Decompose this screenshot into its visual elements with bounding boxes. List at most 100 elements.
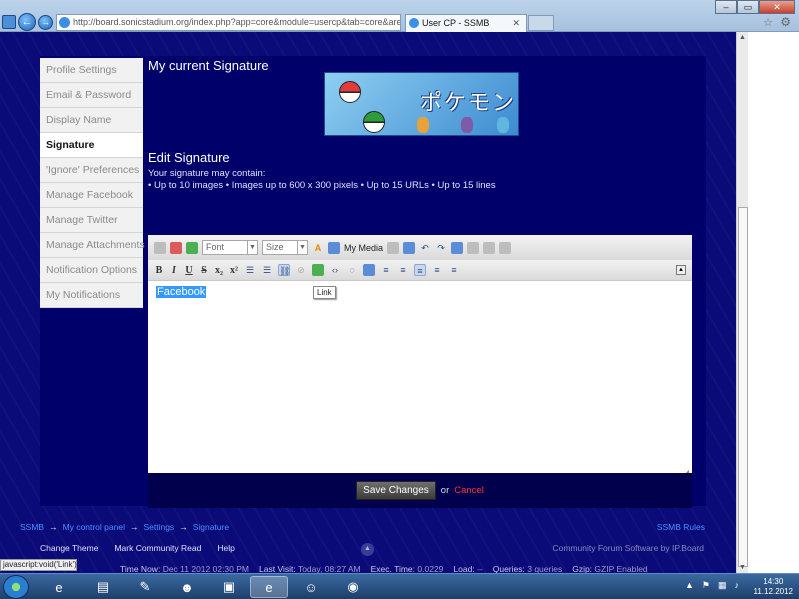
active-browser-task-icon[interactable]: e	[250, 576, 288, 598]
save-changes-button[interactable]: Save Changes	[356, 481, 436, 500]
outdent-icon[interactable]: ≡	[380, 264, 392, 276]
tools-gear-icon[interactable]: ⚙	[780, 15, 791, 29]
breadcrumb-signature[interactable]: Signature	[193, 522, 229, 532]
sidebar-item-manage-twitter[interactable]: Manage Twitter	[40, 208, 143, 233]
paste-text-icon[interactable]	[483, 241, 496, 254]
code-icon[interactable]: ‹›	[329, 264, 341, 276]
breadcrumb-arrow-icon: →	[179, 522, 188, 532]
strikethrough-button[interactable]: S	[199, 265, 209, 276]
unlink-icon[interactable]: ⊘	[295, 264, 307, 276]
mark-community-read-link[interactable]: Mark Community Read	[114, 543, 201, 553]
new-tab-button[interactable]	[528, 15, 554, 31]
sidebar-item-email-password[interactable]: Email & Password	[40, 83, 143, 108]
breadcrumb-ssmb[interactable]: SSMB	[20, 522, 44, 532]
system-tray: ▲ ⚑ ▦ ♪	[685, 580, 739, 591]
copy-icon[interactable]	[451, 241, 464, 254]
system-clock[interactable]: 14:30 11.12.2012	[754, 577, 793, 597]
scrollbar-thumb[interactable]	[738, 207, 748, 567]
bullet-list-icon[interactable]: ☰	[244, 264, 256, 276]
sidebar-item-signature[interactable]: Signature	[40, 133, 143, 158]
sidebar-item-my-notifications[interactable]: My Notifications	[40, 283, 143, 308]
back-button[interactable]: ←	[18, 13, 36, 31]
view-source-icon[interactable]	[154, 241, 166, 254]
change-theme-link[interactable]: Change Theme	[40, 543, 98, 553]
network-icon[interactable]: ▦	[718, 580, 727, 591]
image-icon[interactable]	[312, 264, 324, 276]
align-center-icon[interactable]: ≡	[431, 264, 443, 276]
paint-tool-icon[interactable]: ✎	[126, 576, 164, 598]
redo-icon[interactable]: ↷	[435, 242, 447, 254]
internet-explorer-icon[interactable]: e	[40, 576, 78, 598]
start-button[interactable]	[3, 575, 29, 599]
stat-load: Load: --	[453, 564, 483, 573]
help-link[interactable]: Help	[217, 543, 234, 553]
sidebar-item-ignore-preferences[interactable]: 'Ignore' Preferences	[40, 158, 143, 183]
breadcrumb: SSMB → My control panel → Settings → Sig…	[20, 522, 229, 532]
link-icon[interactable]: ⛓	[278, 264, 290, 276]
page-scrollbar[interactable]: ▲ ▼	[736, 32, 748, 573]
superscript-button[interactable]: x²	[229, 265, 239, 276]
italic-button[interactable]: I	[169, 265, 179, 276]
size-select[interactable]: Size ▼	[262, 240, 308, 255]
breadcrumb-settings[interactable]: Settings	[143, 522, 174, 532]
signature-text-area[interactable]: Facebook Link ◢	[148, 281, 692, 481]
media-icon[interactable]	[328, 241, 340, 254]
paste-word-icon[interactable]	[499, 241, 512, 254]
tab-close-icon[interactable]: ✕	[512, 15, 520, 31]
collapse-toolbar-icon[interactable]: ▲	[676, 265, 686, 275]
undo-icon[interactable]: ↶	[419, 242, 431, 254]
clock-date: 11.12.2012	[753, 587, 793, 596]
underline-button[interactable]: U	[184, 265, 194, 276]
breadcrumb-control-panel[interactable]: My control panel	[63, 522, 125, 532]
remove-format-icon[interactable]	[170, 241, 182, 254]
emoticon-icon[interactable]	[363, 264, 375, 276]
forward-button[interactable]: →	[38, 15, 53, 30]
signature-content: My current Signature ポケモン Edit Signature…	[148, 58, 708, 191]
align-right-icon[interactable]: ≡	[448, 264, 460, 276]
stat-queries: Queries: 3 queries	[492, 564, 563, 573]
back-to-top-icon[interactable]: ▲	[361, 543, 374, 556]
stat-last-visit: Last Visit: Today, 08:27 AM	[259, 564, 361, 573]
cancel-link[interactable]: Cancel	[454, 485, 484, 496]
maximize-button[interactable]: ▭	[737, 0, 759, 14]
numbered-list-icon[interactable]: ☰	[261, 264, 273, 276]
volume-icon[interactable]: ♪	[735, 580, 740, 591]
powered-by-text: Community Forum Software by IP.Board	[552, 543, 705, 553]
user-app-icon[interactable]: ☻	[168, 576, 206, 598]
sidebar-item-notification-options[interactable]: Notification Options	[40, 258, 143, 283]
cut-icon[interactable]	[467, 241, 480, 254]
spellcheck-icon[interactable]	[403, 241, 416, 254]
ie-logo-icon	[2, 15, 16, 29]
align-left-icon[interactable]: ≡	[414, 264, 426, 276]
minimize-button[interactable]: –	[715, 0, 737, 14]
my-media-button[interactable]: My Media	[344, 243, 383, 253]
paste-icon[interactable]	[186, 241, 198, 254]
media-app-icon[interactable]: ◉	[334, 576, 372, 598]
quote-icon[interactable]: ◌	[346, 264, 358, 276]
favorites-star-icon[interactable]: ☆	[763, 16, 773, 29]
print-icon[interactable]	[387, 241, 400, 254]
subscript-button[interactable]: x₂	[214, 265, 224, 276]
sidebar-item-display-name[interactable]: Display Name	[40, 108, 143, 133]
chevron-down-icon: ▼	[297, 241, 307, 254]
bold-button[interactable]: B	[154, 265, 164, 276]
sidebar-item-manage-attachments[interactable]: Manage Attachments	[40, 233, 145, 258]
tray-arrow-icon[interactable]: ▲	[685, 580, 694, 591]
text-color-icon[interactable]: A	[312, 242, 324, 254]
sidebar-item-profile-settings[interactable]: Profile Settings	[40, 58, 143, 83]
terminal-app-icon[interactable]: ▣	[210, 576, 248, 598]
messenger-app-icon[interactable]: ☺	[292, 576, 330, 598]
flag-icon[interactable]: ⚑	[702, 580, 710, 591]
selected-text[interactable]: Facebook	[156, 286, 207, 298]
tab-user-cp[interactable]: User CP - SSMB ✕	[405, 14, 527, 32]
pokemon-sprite-icon	[417, 117, 429, 133]
ssmb-rules-link[interactable]: SSMB Rules	[657, 522, 705, 532]
indent-icon[interactable]: ≡	[397, 264, 409, 276]
scroll-up-icon[interactable]: ▲	[739, 34, 746, 41]
font-select[interactable]: Font ▼	[202, 240, 258, 255]
scroll-down-icon[interactable]: ▼	[739, 564, 746, 571]
close-window-button[interactable]: ✕	[759, 0, 795, 14]
sidebar-item-manage-facebook[interactable]: Manage Facebook	[40, 183, 143, 208]
address-bar[interactable]: http://board.sonicstadium.org/index.php?…	[56, 14, 401, 31]
file-explorer-icon[interactable]: ▤	[84, 576, 122, 598]
